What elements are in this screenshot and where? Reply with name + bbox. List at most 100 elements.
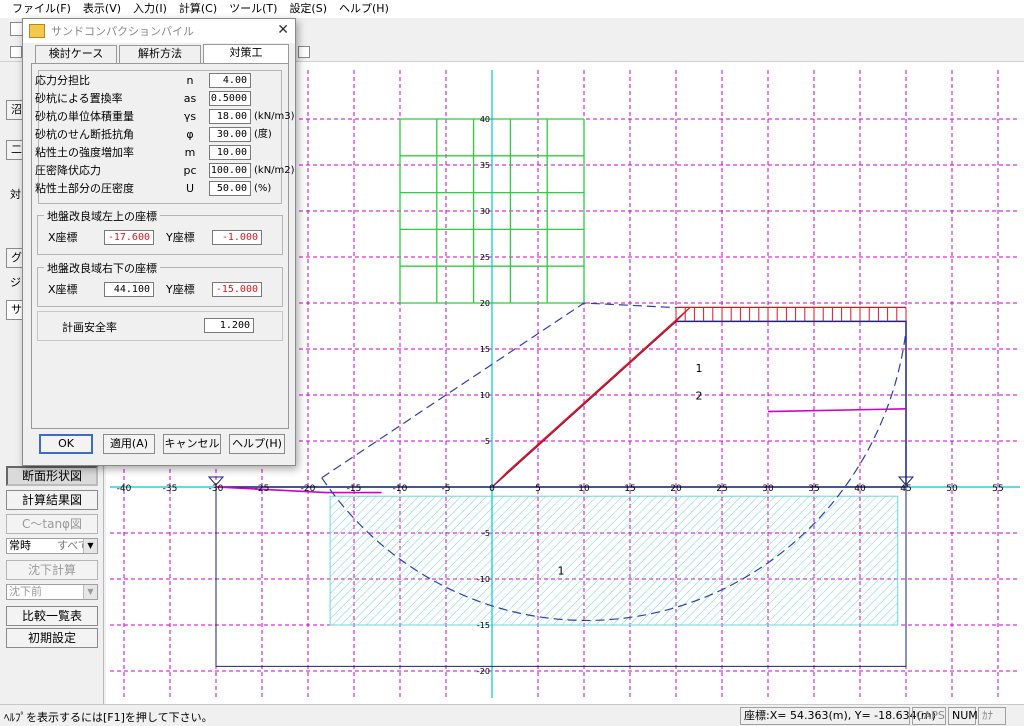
menu-file[interactable]: ファイル(F) (6, 0, 77, 18)
unit-weight-input[interactable]: 18.00 (209, 109, 251, 124)
tab-analysis-method[interactable]: 解析方法 (119, 45, 201, 63)
param-row-m: 粘性土の強度増加率 m 10.00 (35, 145, 295, 161)
chevron-down-icon: ▼ (83, 585, 97, 599)
param-label: 砂杭による置換率 (35, 92, 123, 105)
param-symbol: m (184, 146, 196, 159)
initial-settings-button[interactable]: 初期設定 (6, 628, 98, 648)
settlement-calc-button[interactable]: 沈下計算 (6, 560, 98, 580)
param-unit: (度) (254, 129, 272, 140)
strength-increase-input[interactable]: 10.00 (209, 145, 251, 160)
status-bar: ﾍﾙﾌﾟを表示するには[F1]を押して下さい。 座標:X= 54.363(m),… (0, 704, 1024, 726)
status-coords: 座標:X= 54.363(m), Y= -18.634(m) (740, 707, 936, 725)
calc-result-button[interactable]: 計算結果図 (6, 490, 98, 510)
lower-right-x-input[interactable]: 44.100 (104, 282, 154, 297)
x-tick-label: -25 (255, 484, 270, 494)
y-tick-label: 5 (485, 437, 490, 446)
menu-settings[interactable]: 設定(S) (283, 0, 333, 18)
menu-view[interactable]: 表示(V) (77, 0, 127, 18)
layer-label: 2 (696, 390, 703, 403)
x-tick-label: 15 (624, 484, 635, 494)
param-row-as: 砂杭による置換率 as 0.5000 (35, 91, 295, 107)
status-caps: CAPS (912, 707, 946, 725)
comparison-list-button[interactable]: 比較一覧表 (6, 606, 98, 626)
apply-button[interactable]: 適用(A) (103, 434, 155, 454)
scp-dialog: サンドコンパクションパイル ✕ 検討ケース 解析方法 対策工 応力分担比 n 4… (22, 18, 296, 466)
param-unit: (%) (254, 183, 272, 194)
lower-right-y-input[interactable]: -15.000 (212, 282, 262, 297)
x-tick-label: 20 (670, 484, 682, 494)
condition-select[interactable]: 常時 すべて ▼ (6, 538, 98, 554)
upper-left-group: 地盤改良域左上の座標 X座標 -17.600 Y座標 -1.000 (37, 208, 283, 255)
upper-left-x-input[interactable]: -17.600 (104, 230, 154, 245)
checkbox-icon[interactable] (10, 46, 22, 58)
condition-select-value: 常時 (9, 539, 31, 552)
load-line-slope (505, 306, 691, 474)
x-tick-label: -35 (163, 484, 178, 494)
x-tick-label: -5 (442, 484, 451, 494)
safety-factor-input[interactable]: 1.200 (204, 318, 254, 333)
param-label: 粘性土部分の圧密度 (35, 182, 134, 195)
ok-button[interactable]: OK (39, 434, 93, 454)
y-tick-label: 35 (480, 161, 490, 170)
replacement-ratio-input[interactable]: 0.5000 (209, 91, 251, 106)
lower-right-group: 地盤改良域右下の座標 X座標 44.100 Y座標 -15.000 (37, 260, 283, 307)
y-tick-label: 25 (480, 253, 490, 262)
x-tick-label: 50 (946, 484, 958, 494)
status-help-text: ﾍﾙﾌﾟを表示するには[F1]を押して下さい。 (4, 711, 213, 724)
safety-group: 計画安全率 1.200 (37, 311, 283, 341)
y-tick-label: -15 (477, 621, 490, 630)
y-tick-label: 10 (480, 391, 490, 400)
friction-angle-input[interactable]: 30.00 (209, 127, 251, 142)
yield-stress-input[interactable]: 100.00 (209, 163, 251, 178)
x-tick-label: 5 (535, 484, 541, 494)
y-tick-label: 20 (480, 299, 490, 308)
x-tick-label: -40 (117, 484, 132, 494)
chevron-down-icon: ▼ (83, 539, 97, 553)
toolbar-square-icon[interactable] (298, 46, 310, 58)
x-label: X座標 (48, 231, 78, 244)
close-icon[interactable]: ✕ (277, 22, 289, 38)
param-row-pc: 圧密降伏応力 pc 100.00 (kN/m2) (35, 163, 295, 179)
menu-help[interactable]: ヘルプ(H) (333, 0, 395, 18)
consolidation-degree-input[interactable]: 50.00 (209, 181, 251, 196)
x-tick-label: 40 (854, 484, 866, 494)
param-unit: (kN/m2) (254, 165, 295, 176)
safety-label: 計画安全率 (62, 321, 117, 334)
improved-zone-rect (329, 495, 899, 626)
menu-input[interactable]: 入力(I) (127, 0, 173, 18)
settlement-stage-select[interactable]: 沈下前 ▼ (6, 584, 98, 600)
upper-left-y-input[interactable]: -1.000 (212, 230, 262, 245)
param-symbol: γs (183, 110, 197, 123)
cancel-button[interactable]: キャンセル (163, 434, 221, 454)
layer-label: 1 (696, 362, 703, 375)
x-tick-label: -15 (347, 484, 362, 494)
x-tick-label: -10 (393, 484, 408, 494)
help-button[interactable]: ヘルプ(H) (229, 434, 285, 454)
param-label: 応力分担比 (35, 74, 90, 87)
tab-study-case[interactable]: 検討ケース (35, 45, 117, 63)
tab-countermeasure[interactable]: 対策工 (203, 44, 289, 64)
param-label: 砂杭のせん断抵抗角 (35, 128, 134, 141)
y-label: Y座標 (166, 231, 195, 244)
upper-left-coords: X座標 -17.600 Y座標 -1.000 (48, 230, 278, 246)
y-tick-label: -20 (477, 667, 490, 676)
folder-icon (29, 24, 45, 38)
param-row-phi: 砂杭のせん断抵抗角 φ 30.00 (度) (35, 127, 295, 143)
param-symbol: as (183, 92, 197, 105)
menu-calc[interactable]: 計算(C) (173, 0, 223, 18)
improved-zone (329, 495, 899, 626)
param-symbol: n (186, 74, 194, 87)
param-label: 圧密降伏応力 (35, 164, 101, 177)
dialog-titlebar[interactable]: サンドコンパクションパイル ✕ (23, 19, 295, 43)
param-label: 砂杭の単位体積重量 (35, 110, 134, 123)
x-tick-label: -30 (209, 484, 224, 494)
menu-tools[interactable]: ツール(T) (223, 0, 283, 18)
stress-ratio-input[interactable]: 4.00 (209, 73, 251, 88)
y-tick-label: -5 (482, 529, 490, 538)
group-title: 地盤改良域左上の座標 (44, 208, 160, 224)
section-shape-button[interactable]: 断面形状図 (6, 466, 98, 486)
param-row-gs: 砂杭の単位体積重量 γs 18.00 (kN/m3) (35, 109, 295, 125)
c-tan-phi-button[interactable]: C〜tanφ図 (6, 514, 98, 534)
layer-label: 1 (558, 564, 565, 577)
param-symbol: pc (183, 164, 197, 177)
